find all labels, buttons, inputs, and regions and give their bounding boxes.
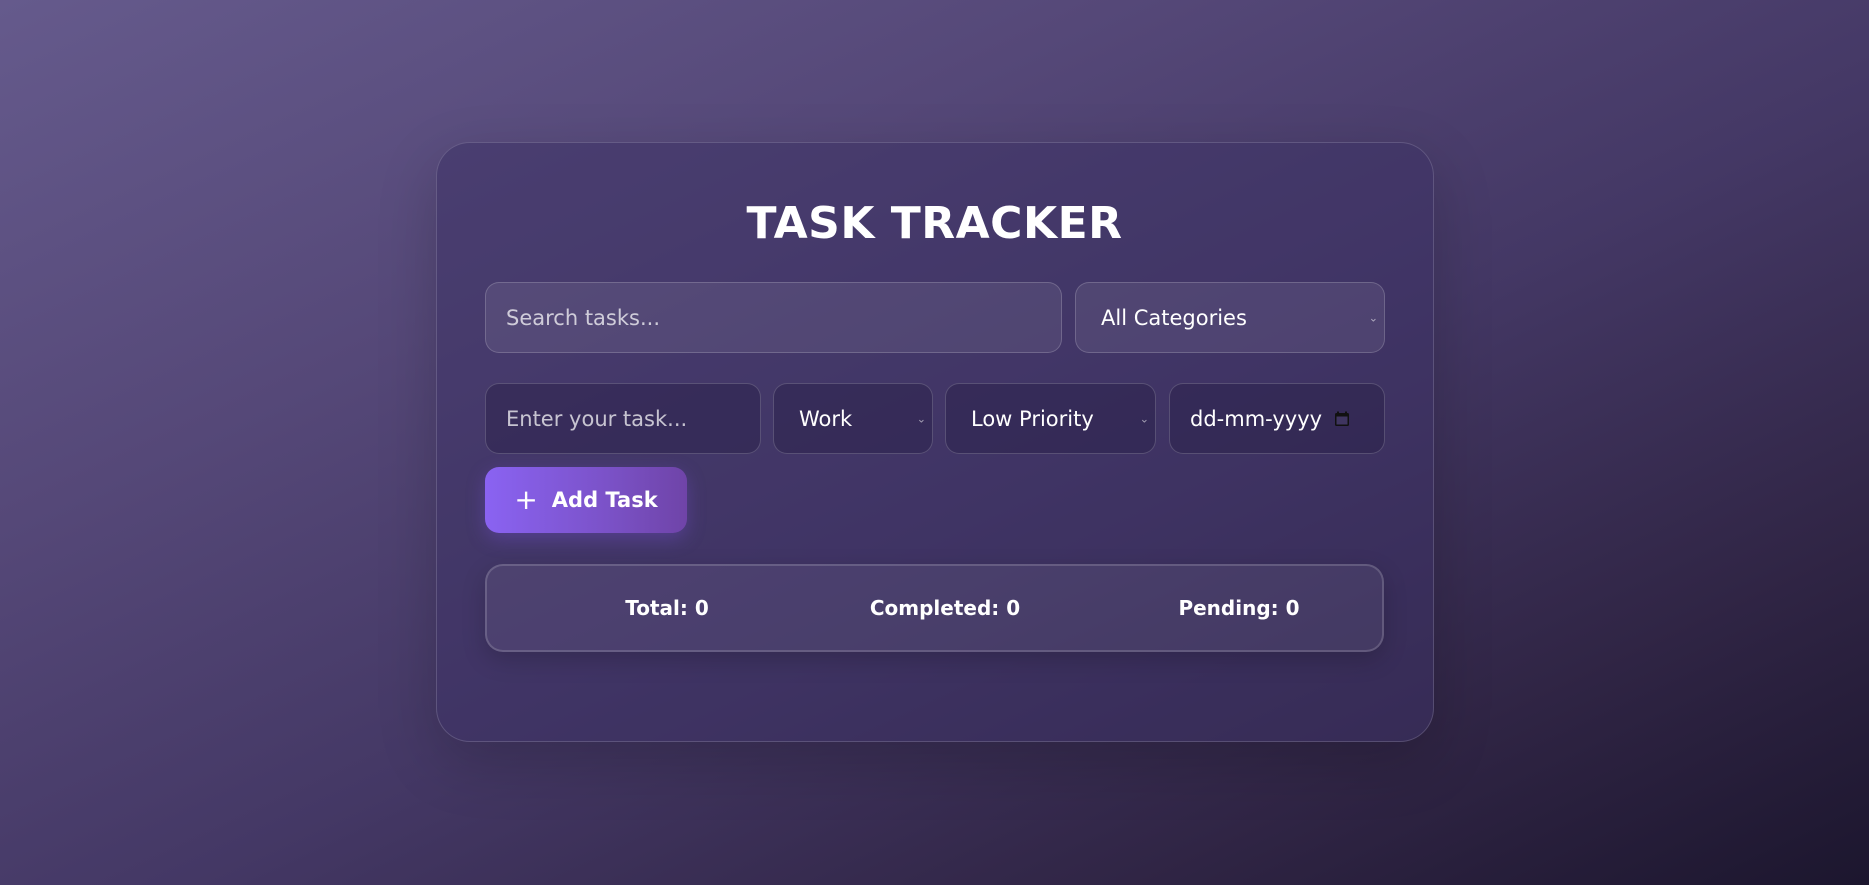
calendar-icon[interactable] bbox=[1334, 411, 1350, 427]
task-placeholder: Enter your task... bbox=[506, 406, 688, 431]
stats-panel: Total: 0 Completed: 0 Pending: 0 bbox=[485, 564, 1384, 652]
task-category-value: Work bbox=[799, 406, 853, 431]
task-category-select[interactable]: Work ⌄ bbox=[773, 383, 933, 454]
due-date-placeholder: dd-mm-yyyy bbox=[1190, 406, 1323, 431]
add-task-button[interactable]: + Add Task bbox=[485, 467, 687, 533]
search-placeholder: Search tasks... bbox=[506, 305, 660, 330]
due-date-input[interactable]: dd-mm-yyyy bbox=[1169, 383, 1385, 454]
priority-select[interactable]: Low Priority ⌄ bbox=[945, 383, 1156, 454]
chevron-down-icon: ⌄ bbox=[916, 412, 926, 425]
page-title: TASK TRACKER bbox=[746, 198, 1123, 249]
stat-total: Total: 0 bbox=[625, 596, 709, 620]
add-task-label: Add Task bbox=[551, 488, 658, 512]
stat-pending: Pending: 0 bbox=[1178, 596, 1300, 620]
plus-icon: + bbox=[514, 483, 538, 516]
task-input[interactable]: Enter your task... bbox=[485, 383, 761, 454]
category-filter-select[interactable]: All Categories ⌄ bbox=[1075, 282, 1385, 353]
category-filter-value: All Categories bbox=[1101, 305, 1247, 330]
stat-completed: Completed: 0 bbox=[869, 596, 1021, 620]
chevron-down-icon: ⌄ bbox=[1368, 311, 1378, 324]
chevron-down-icon: ⌄ bbox=[1139, 412, 1149, 425]
search-input[interactable]: Search tasks... bbox=[485, 282, 1062, 353]
priority-value: Low Priority bbox=[971, 406, 1094, 431]
